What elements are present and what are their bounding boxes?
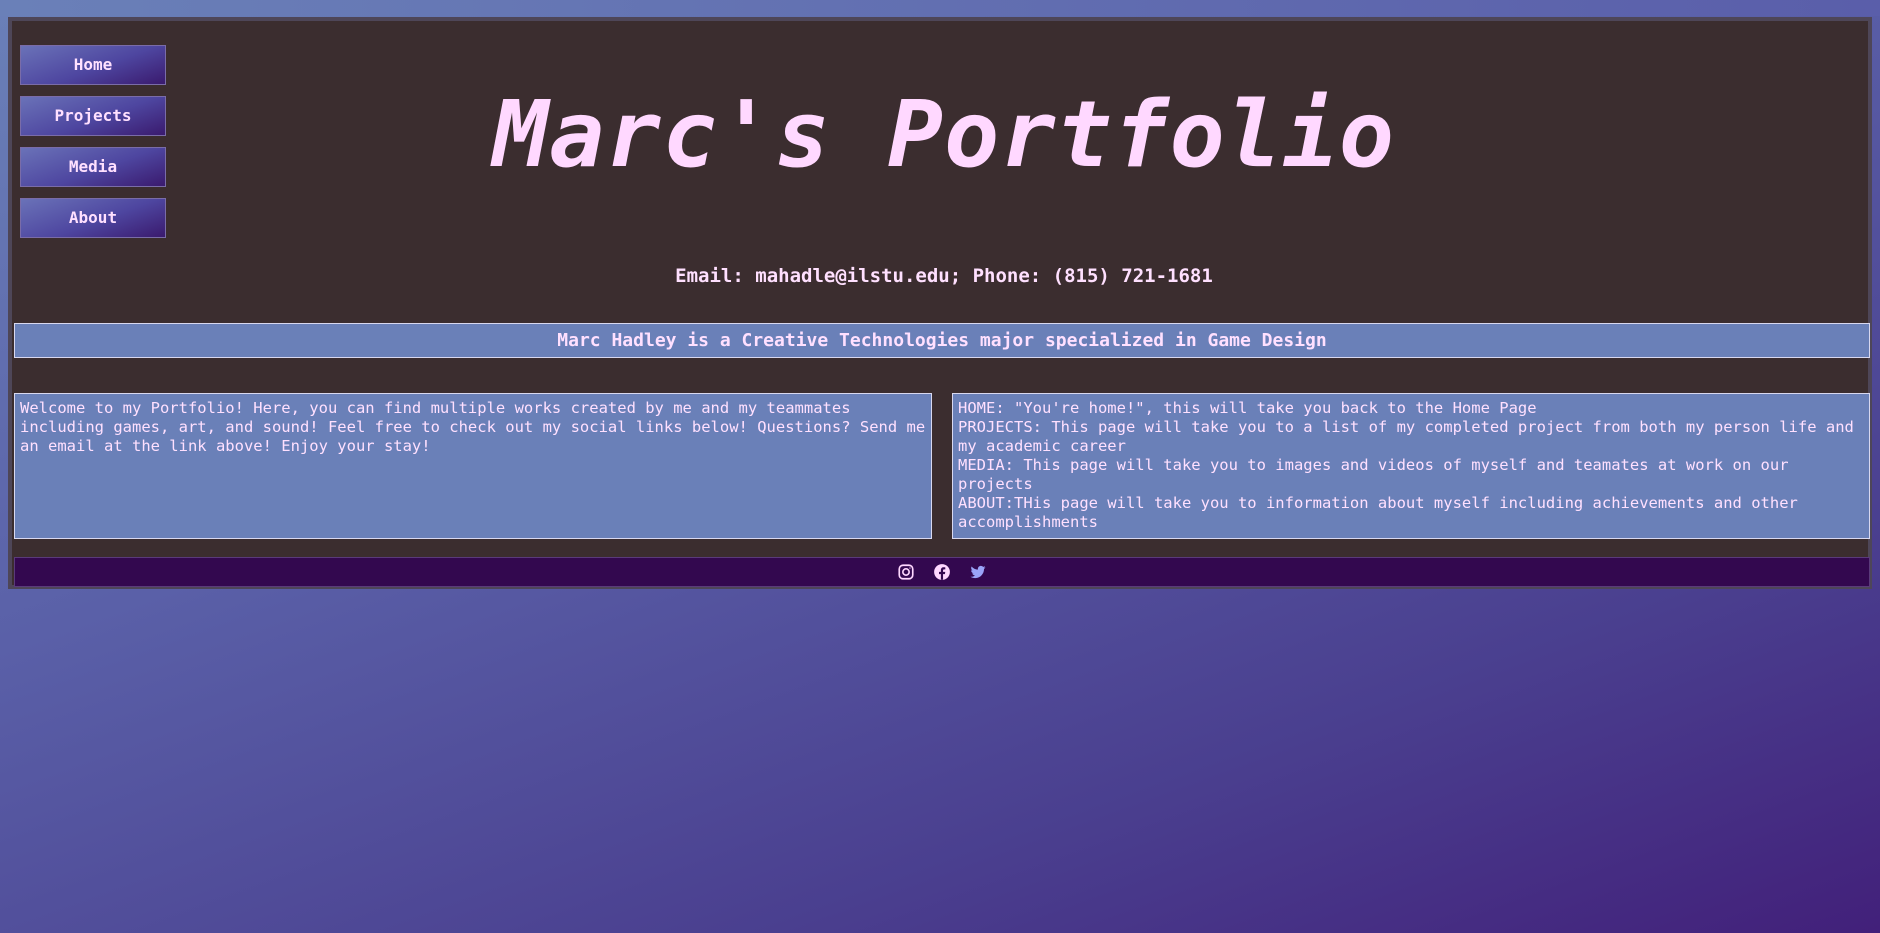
contact-prefix: Email: xyxy=(675,265,756,287)
facebook-icon[interactable] xyxy=(933,563,951,581)
nav-home-button[interactable]: Home xyxy=(20,45,166,85)
tagline-banner: Marc Hadley is a Creative Technologies m… xyxy=(14,323,1870,358)
social-footer xyxy=(14,557,1870,587)
nav-about-button[interactable]: About xyxy=(20,198,166,238)
phone-text: ; Phone: (815) 721-1681 xyxy=(949,265,1213,287)
twitter-icon[interactable] xyxy=(969,563,987,581)
page-top-strip xyxy=(0,0,1880,16)
portfolio-frame: Home Projects Media About Marc's Portfol… xyxy=(8,17,1872,589)
welcome-panel: Welcome to my Portfolio! Here, you can f… xyxy=(14,393,932,539)
guide-media-line: MEDIA: This page will take you to images… xyxy=(958,456,1789,493)
page-title: Marc's Portfolio xyxy=(492,81,1396,188)
instagram-icon[interactable] xyxy=(897,563,915,581)
guide-home-line: HOME: "You're home!", this will take you… xyxy=(958,399,1537,417)
welcome-text: Welcome to my Portfolio! Here, you can f… xyxy=(20,399,926,455)
email-link[interactable]: mahadle@ilstu.edu xyxy=(755,265,949,287)
guide-projects-line: PROJECTS: This page will take you to a l… xyxy=(958,418,1854,455)
guide-about-line: ABOUT:THis page will take you to informa… xyxy=(958,494,1798,531)
navigation-guide-panel: HOME: "You're home!", this will take you… xyxy=(952,393,1870,539)
contact-info: Email: mahadle@ilstu.edu; Phone: (815) 7… xyxy=(12,265,1876,287)
